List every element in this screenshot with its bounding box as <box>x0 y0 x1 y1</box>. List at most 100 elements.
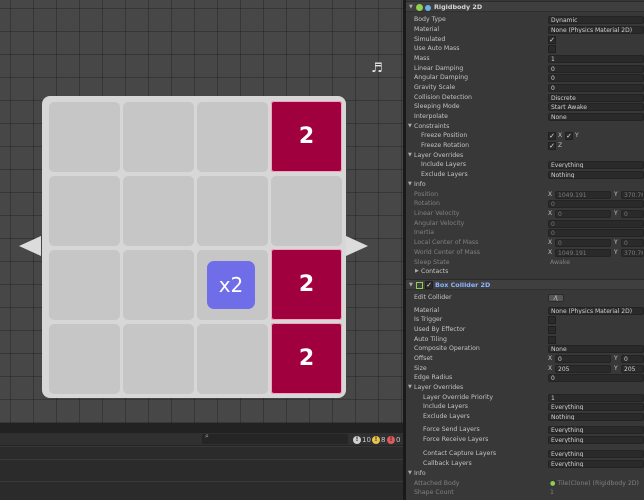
is-trigger-checkbox[interactable] <box>548 316 556 324</box>
console-log-area[interactable] <box>0 447 403 500</box>
linear-damping-input[interactable]: 0 <box>548 65 644 73</box>
gravity-scale-input[interactable]: 0 <box>548 84 644 92</box>
sleeping-mode-dropdown[interactable]: Start Awake <box>548 103 644 111</box>
rb-exclude-layers-dropdown[interactable]: Nothing <box>548 171 644 179</box>
console-tab-bar <box>0 423 403 433</box>
collision-detection-dropdown[interactable]: Discrete <box>548 94 644 102</box>
shape-count-value: 1 <box>550 489 554 496</box>
force-send-layers-row: Force Send Layers Everything <box>406 425 644 435</box>
component-title: Rigidbody 2D <box>434 3 483 11</box>
callback-layers-row: Callback Layers Everything <box>406 459 644 469</box>
use-auto-mass-checkbox[interactable] <box>548 45 556 53</box>
info-position-y: 370.769 <box>621 191 644 199</box>
used-by-effector-checkbox[interactable] <box>548 326 556 334</box>
board-cell <box>49 176 120 246</box>
interpolate-dropdown[interactable]: None <box>548 113 644 121</box>
number-tile[interactable]: 2 <box>271 323 342 394</box>
freeze-rotation-z-checkbox[interactable]: ✓ <box>548 142 556 150</box>
offset-x-input[interactable]: 0 <box>555 355 611 363</box>
contact-capture-layers-row: Contact Capture Layers Everything <box>406 449 644 459</box>
board-cell <box>49 324 120 394</box>
freeze-position-row: Freeze Position ✓ X ✓ Y <box>421 132 579 140</box>
fold-arrow-icon[interactable]: ▼ <box>409 4 413 10</box>
simulated-checkbox[interactable]: ✓ <box>548 36 556 44</box>
info-linear-velocity-y: 0 <box>621 210 644 218</box>
mass-row: Mass 1 <box>406 54 644 64</box>
error-icon: ! <box>387 435 395 444</box>
rb-info-foldout[interactable]: ▼ Info <box>406 180 644 190</box>
angular-damping-input[interactable]: 0 <box>548 74 644 82</box>
game-board[interactable]: 2 2 2 x2 <box>42 96 346 398</box>
bc-include-layers-row: Include Layers Everything <box>406 402 644 412</box>
size-x-input[interactable]: 205 <box>555 365 611 373</box>
freeze-rotation-row: Freeze Rotation ✓ Z <box>421 142 563 150</box>
callback-layers-dropdown[interactable]: Everything <box>548 460 644 468</box>
bc-exclude-layers-dropdown[interactable]: Nothing <box>548 413 644 421</box>
console-row-divider <box>0 481 403 482</box>
scene-view[interactable]: ♬ 2 2 2 x2 <box>0 0 403 423</box>
rigidbody-2d-header[interactable]: ▼ Rigidbody 2D <box>406 1 644 12</box>
size-y-input[interactable]: 205 <box>621 365 644 373</box>
contact-capture-layers-dropdown[interactable]: Everything <box>548 450 644 458</box>
component-gear-icon <box>425 4 431 11</box>
fold-arrow-icon: ▼ <box>408 384 412 390</box>
swipe-left-arrow-icon[interactable] <box>19 236 41 256</box>
console-error-count[interactable]: ! 0 <box>387 434 400 445</box>
component-title: Box Collider 2D <box>435 281 491 289</box>
force-send-layers-dropdown[interactable]: Everything <box>548 426 644 434</box>
info-contacts-foldout[interactable]: ▶ Contacts <box>406 267 644 277</box>
freeze-position-y-checkbox[interactable]: ✓ <box>565 132 573 140</box>
body-type-dropdown[interactable]: Dynamic <box>548 16 644 24</box>
console-info-count[interactable]: ! 10 <box>353 434 371 445</box>
inspector-panel: ▼ Rigidbody 2D Body Type Dynamic Materia… <box>406 0 644 500</box>
multiplier-tile[interactable]: x2 <box>207 261 255 309</box>
material-row: Material None (Physics Material 2D) <box>406 25 644 35</box>
audio-source-icon[interactable]: ♬ <box>369 61 385 77</box>
box-collider-enabled-checkbox[interactable]: ✓ <box>425 281 433 289</box>
edit-collider-row: Edit Collider ⁄\ <box>406 293 644 303</box>
board-cell <box>49 102 120 172</box>
offset-row: Offset X 0 Y 0 <box>406 354 644 364</box>
warning-icon: ! <box>372 435 380 444</box>
console-row-divider <box>0 459 403 460</box>
info-rotation-value: 0 <box>548 200 644 208</box>
box-collider-2d-header[interactable]: ▼ ✓ Box Collider 2D <box>406 279 644 290</box>
board-cell <box>271 176 342 246</box>
number-tile[interactable]: 2 <box>271 249 342 320</box>
number-tile[interactable]: 2 <box>271 101 342 172</box>
gravity-scale-row: Gravity Scale 0 <box>406 83 644 93</box>
angular-damping-row: Angular Damping 0 <box>406 73 644 83</box>
material-field[interactable]: None (Physics Material 2D) <box>548 26 644 34</box>
info-world-com-y: 370.769 <box>621 249 644 257</box>
info-world-com-x: 1049.191 <box>555 249 611 257</box>
auto-tiling-checkbox[interactable] <box>548 336 556 344</box>
layer-override-priority-input[interactable]: 1 <box>548 394 644 402</box>
used-by-effector-row: Used By Effector <box>406 325 644 335</box>
composite-operation-dropdown[interactable]: None <box>548 345 644 353</box>
info-angular-velocity-value: 0 <box>548 220 644 228</box>
info-rotation-row: Rotation 0 <box>406 199 644 209</box>
console-search-input[interactable]: ⌕ <box>202 432 348 444</box>
edge-radius-input[interactable]: 0 <box>548 374 644 382</box>
edit-collider-button[interactable]: ⁄\ <box>548 294 564 302</box>
offset-y-input[interactable]: 0 <box>621 355 644 363</box>
use-auto-mass-row: Use Auto Mass <box>406 44 644 54</box>
fold-arrow-icon: ▼ <box>408 181 412 187</box>
rb-include-layers-dropdown[interactable]: Everything <box>548 161 644 169</box>
freeze-position-x-checkbox[interactable]: ✓ <box>548 132 556 140</box>
sleeping-mode-row: Sleeping Mode Start Awake <box>406 102 644 112</box>
bc-material-field[interactable]: None (Physics Material 2D) <box>548 307 644 315</box>
mass-input[interactable]: 1 <box>548 55 644 63</box>
bc-layer-overrides-foldout[interactable]: ▼ Layer Overrides <box>406 383 644 393</box>
bc-info-foldout[interactable]: ▼ Info <box>406 469 644 479</box>
force-receive-layers-dropdown[interactable]: Everything <box>548 436 644 444</box>
search-icon: ⌕ <box>205 432 209 440</box>
bc-include-layers-dropdown[interactable]: Everything <box>548 403 644 411</box>
board-cell <box>197 102 268 172</box>
board-cell <box>123 176 194 246</box>
swipe-right-arrow-icon[interactable] <box>346 236 368 256</box>
console-warning-count[interactable]: ! 8 <box>372 434 385 445</box>
rb-include-layers-row: Include Layers Everything <box>406 160 644 170</box>
fold-arrow-icon[interactable]: ▼ <box>409 282 413 288</box>
console-toolbar: ⌕ ! 10 ! 8 ! 0 <box>0 432 403 446</box>
